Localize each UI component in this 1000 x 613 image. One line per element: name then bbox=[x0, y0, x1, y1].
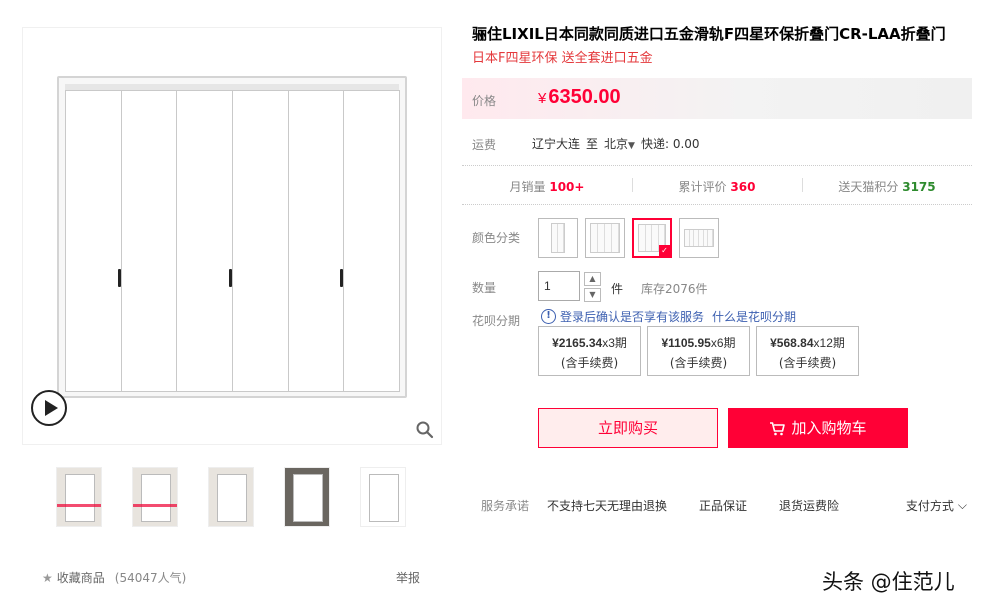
quantity-decrease-button[interactable]: ▼ bbox=[584, 288, 601, 302]
installment-help-link[interactable]: 什么是花呗分期 bbox=[712, 308, 796, 325]
door-panel bbox=[229, 90, 289, 392]
color-option-selected[interactable] bbox=[632, 218, 672, 258]
color-option[interactable] bbox=[585, 218, 625, 258]
door-panels bbox=[65, 90, 401, 392]
ship-from: 辽宁大连 bbox=[532, 137, 581, 151]
star-icon: ★ bbox=[42, 570, 53, 585]
shipping-info: 辽宁大连 至 北京▼ 快递: 0.00 bbox=[532, 135, 700, 152]
installment-label: 花呗分期 bbox=[472, 314, 521, 328]
door-panel bbox=[287, 90, 345, 392]
favorite-label: 收藏商品 bbox=[56, 571, 105, 585]
thumbnail[interactable] bbox=[360, 467, 406, 527]
buy-now-button[interactable]: 立即购买 bbox=[538, 408, 718, 448]
zoom-icon[interactable] bbox=[415, 420, 435, 440]
door-handle bbox=[117, 269, 121, 287]
chevron-down-icon: ⌵ bbox=[957, 498, 967, 512]
ship-to-prefix: 至 bbox=[586, 137, 599, 151]
popularity-count: (54047人气) bbox=[114, 571, 187, 585]
info-icon: ! bbox=[541, 309, 556, 324]
watermark: 头条 @住范儿 bbox=[822, 570, 955, 594]
installment-login-link[interactable]: 登录后确认是否享有该服务 bbox=[560, 308, 704, 325]
product-title: 骊住LIXIL日本同款同质进口五金滑轨F四星环保折叠门CR-LAA折叠门 bbox=[472, 25, 946, 43]
shipping-method: 快递: 0.00 bbox=[640, 137, 700, 151]
service-item[interactable]: 不支持七天无理由退换 bbox=[547, 497, 667, 514]
cart-icon bbox=[770, 421, 786, 435]
add-to-cart-button[interactable]: 加入购物车 bbox=[728, 408, 908, 448]
report-link[interactable]: 举报 bbox=[396, 569, 420, 586]
door-handle bbox=[229, 269, 233, 287]
ship-to-select[interactable]: 北京▼ bbox=[604, 135, 635, 152]
thumbnail[interactable] bbox=[208, 467, 254, 527]
installment-plan-12[interactable]: ¥568.84x12期 (含手续费) bbox=[756, 326, 859, 376]
installment-plan-3[interactable]: ¥2165.34x3期 (含手续费) bbox=[538, 326, 641, 376]
installment-note: ! 登录后确认是否享有该服务 什么是花呗分期 bbox=[541, 308, 796, 325]
door-panel bbox=[117, 90, 178, 392]
color-label: 颜色分类 bbox=[472, 231, 521, 245]
shipping-row: 运费 辽宁大连 至 北京▼ 快递: 0.00 bbox=[462, 120, 972, 166]
product-subtitle: 日本F四星环保 送全套进口五金 bbox=[472, 51, 653, 66]
quantity-input[interactable] bbox=[538, 271, 580, 301]
thumbnail-strip bbox=[56, 467, 406, 527]
chevron-down-icon: ▼ bbox=[628, 141, 635, 151]
price-panel: 价格 ¥6350.00 bbox=[462, 78, 972, 119]
stock-count: 库存2076件 bbox=[641, 282, 708, 296]
service-item[interactable]: 正品保证 bbox=[699, 497, 747, 514]
add-to-cart-label: 加入购物车 bbox=[791, 419, 867, 437]
door-panel bbox=[340, 90, 401, 392]
main-product-image[interactable] bbox=[22, 27, 442, 445]
quantity-label: 数量 bbox=[472, 281, 497, 295]
door-panel bbox=[176, 90, 234, 392]
thumbnail[interactable] bbox=[284, 467, 330, 527]
door-handle bbox=[340, 269, 344, 287]
installment-plans: ¥2165.34x3期 (含手续费) ¥1105.95x6期 (含手续费) ¥5… bbox=[538, 326, 859, 376]
shipping-label: 运费 bbox=[472, 138, 497, 152]
tmall-points: 送天猫积分 3175 bbox=[802, 167, 972, 204]
color-option[interactable] bbox=[538, 218, 578, 258]
color-option[interactable] bbox=[679, 218, 719, 258]
service-item[interactable]: 退货运费险 bbox=[779, 497, 839, 514]
color-swatches bbox=[538, 218, 719, 258]
service-label: 服务承诺 bbox=[481, 499, 530, 513]
price-value: ¥6350.00 bbox=[538, 86, 621, 108]
monthly-sales: 月销量 100+ bbox=[509, 180, 585, 194]
installment-plan-6[interactable]: ¥1105.95x6期 (含手续费) bbox=[647, 326, 750, 376]
payment-methods-dropdown[interactable]: 支付方式 ⌵ bbox=[906, 497, 967, 514]
thumbnail[interactable] bbox=[56, 467, 102, 527]
thumbnail[interactable] bbox=[132, 467, 178, 527]
play-video-icon[interactable] bbox=[31, 390, 67, 426]
quantity-unit: 件 bbox=[611, 282, 624, 296]
door-panel bbox=[65, 90, 122, 392]
quantity-increase-button[interactable]: ▲ bbox=[584, 272, 601, 286]
service-promises: 服务承诺 不支持七天无理由退换 正品保证 退货运费险 支付方式 ⌵ bbox=[481, 497, 971, 514]
folding-door-illustration bbox=[57, 76, 407, 398]
review-count[interactable]: 累计评价 360 bbox=[632, 167, 802, 204]
price-label: 价格 bbox=[472, 94, 497, 108]
sales-stats: 月销量 100+ 累计评价 360 送天猫积分 3175 bbox=[462, 167, 972, 205]
favorite-button[interactable]: ★ 收藏商品 (54047人气) bbox=[42, 569, 186, 586]
